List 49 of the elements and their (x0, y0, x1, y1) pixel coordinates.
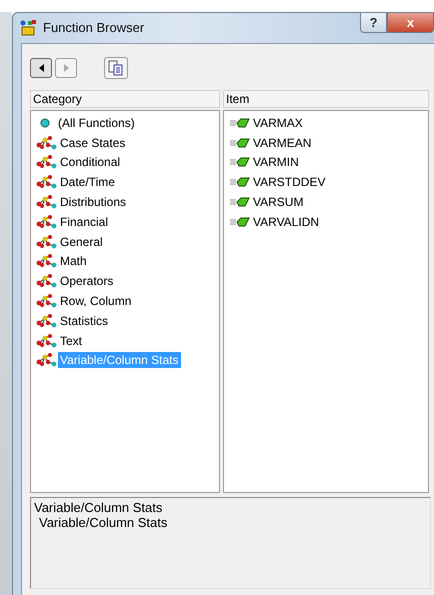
category-item[interactable]: Date/Time (58, 174, 117, 190)
network-icon (36, 136, 58, 150)
category-item[interactable]: Case States (58, 134, 128, 151)
function-icon (229, 197, 251, 208)
network-icon (36, 294, 58, 308)
function-icon (229, 138, 251, 148)
network-icon (36, 334, 58, 348)
category-item[interactable]: (All Functions) (56, 114, 137, 131)
category-item[interactable]: Statistics (58, 312, 110, 329)
category-item[interactable]: General (58, 234, 105, 250)
function-item[interactable]: VARMIN (251, 154, 301, 170)
function-icon (229, 177, 251, 188)
category-item[interactable]: Math (58, 253, 89, 270)
network-icon (36, 214, 58, 229)
function-item[interactable]: VARSUM (251, 194, 306, 210)
function-icon (229, 216, 251, 227)
back-button[interactable] (30, 58, 52, 78)
copy-button[interactable] (104, 57, 128, 79)
app-icon (19, 20, 37, 36)
category-item[interactable]: Row, Column (58, 293, 134, 310)
network-icon (36, 254, 58, 268)
category-item[interactable]: Distributions (58, 194, 128, 210)
category-item[interactable]: Text (58, 332, 84, 349)
function-item[interactable]: VARMEAN (251, 134, 314, 151)
network-icon (36, 175, 58, 190)
function-icon (229, 157, 251, 168)
category-item[interactable]: Financial (58, 214, 110, 230)
function-item[interactable]: VARVALIDN (251, 214, 322, 230)
network-icon (36, 195, 58, 210)
right-arrow-icon (62, 63, 70, 73)
copy-icon (108, 60, 124, 76)
network-icon (36, 314, 58, 328)
network-icon (36, 155, 58, 170)
network-icon (36, 353, 58, 368)
category-column-header[interactable]: Category (30, 90, 220, 108)
description-text: Variable/Column Stats (38, 515, 168, 530)
description-title: Variable/Column Stats (34, 500, 164, 515)
function-item[interactable]: VARSTDDEV (251, 174, 328, 190)
item-column-header[interactable]: Item (223, 90, 429, 108)
left-arrow-icon (38, 63, 44, 73)
network-icon (36, 274, 58, 288)
window-title: Function Browser (43, 19, 144, 38)
help-button[interactable]: ? (360, 13, 387, 33)
network-icon (36, 234, 58, 249)
category-item[interactable]: Operators (58, 273, 116, 290)
dot-icon (40, 118, 50, 128)
function-item[interactable]: VARMAX (251, 114, 305, 131)
function-icon (229, 118, 251, 128)
category-item[interactable]: Conditional (58, 154, 122, 170)
